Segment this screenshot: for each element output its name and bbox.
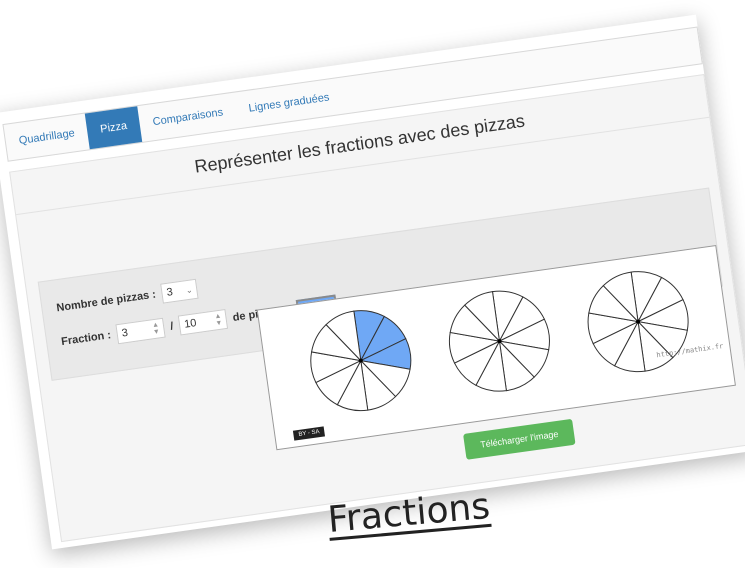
denominator-stepper-icon[interactable]: ▲ ▼ xyxy=(214,313,223,328)
denominator-input[interactable]: 10 ▲ ▼ xyxy=(177,308,229,336)
tab-comparaisons[interactable]: Comparaisons xyxy=(137,93,238,142)
app-window: Quadrillage Pizza Comparaisons Lignes gr… xyxy=(0,14,745,550)
download-image-button[interactable]: Télécharger l'image xyxy=(463,418,576,460)
pizzas-count-value: 3 xyxy=(165,286,174,299)
tab-lignes-graduees[interactable]: Lignes graduées xyxy=(233,78,344,129)
pizzas-count-select[interactable]: 3 ⌄ xyxy=(160,278,199,304)
pizza-2 xyxy=(448,290,550,392)
numerator-input[interactable]: 3 ▲ ▼ xyxy=(115,317,166,345)
denominator-value: 10 xyxy=(183,317,198,331)
numerator-value: 3 xyxy=(121,326,129,340)
fraction-label: Fraction : xyxy=(60,329,112,349)
tab-pizza[interactable]: Pizza xyxy=(85,106,143,150)
pizza-1 xyxy=(310,310,412,412)
numerator-stepper-icon[interactable]: ▲ ▼ xyxy=(152,321,161,336)
pizza-3 xyxy=(587,271,689,373)
chevron-down-icon: ⌄ xyxy=(185,284,194,295)
pizzas-count-label: Nombre de pizzas : xyxy=(55,288,157,315)
tab-quadrillage[interactable]: Quadrillage xyxy=(4,114,90,161)
fraction-slash: / xyxy=(169,320,175,333)
